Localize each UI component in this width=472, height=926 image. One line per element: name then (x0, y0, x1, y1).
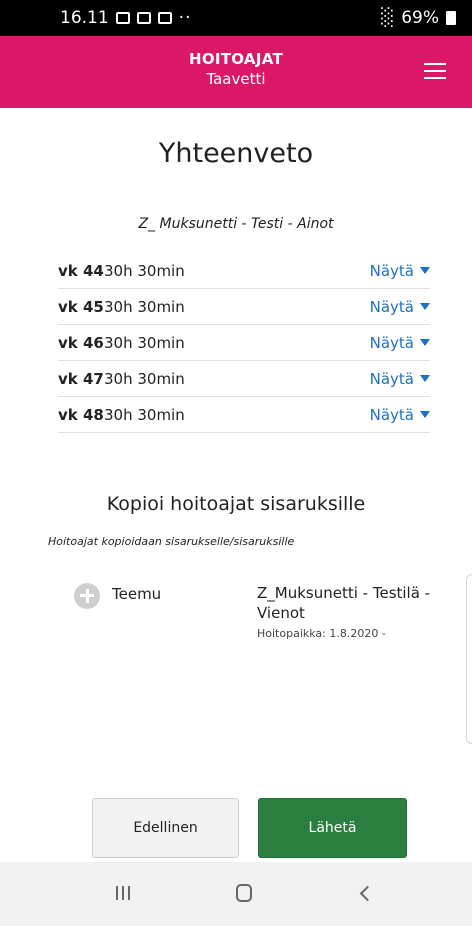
chevron-down-icon (420, 411, 430, 418)
week-hours: 30h 30min (104, 405, 185, 424)
copy-section-title: Kopioi hoitoajat sisaruksille (106, 493, 366, 515)
more-notifications-icon: ·· (178, 8, 192, 28)
week-list: vk 44 30h 30min Näytä vk 45 30h 30min Nä… (58, 253, 430, 433)
week-number: vk 47 (58, 369, 104, 388)
system-navigation-bar (0, 862, 472, 926)
show-week-button[interactable]: Näytä (370, 262, 430, 280)
chevron-down-icon (420, 303, 430, 310)
week-hours: 30h 30min (104, 333, 185, 352)
show-week-button[interactable]: Näytä (370, 406, 430, 424)
show-week-button[interactable]: Näytä (370, 334, 430, 352)
app-subtitle: Taavetti (206, 70, 266, 88)
show-label: Näytä (369, 333, 414, 352)
show-label: Näytä (369, 261, 414, 280)
notification-icon-2 (157, 12, 172, 24)
week-row: vk 48 30h 30min Näytä (58, 397, 430, 433)
show-week-button[interactable]: Näytä (370, 370, 430, 388)
week-row: vk 45 30h 30min Näytä (58, 289, 430, 325)
battery-icon (446, 11, 456, 25)
app-header: HOITOAJAT Taavetti (0, 36, 472, 108)
side-panel-edge (466, 574, 472, 744)
status-bar: 16.11 ·· ░ 69% (0, 0, 472, 36)
show-label: Näytä (369, 369, 414, 388)
battery-level: 69% (401, 8, 439, 28)
plus-circle-icon[interactable] (74, 583, 100, 609)
sibling-item: Teemu Z_Muksunetti - Testilä - Vienot Ho… (72, 579, 472, 659)
week-hours: 30h 30min (104, 297, 185, 316)
status-time: 16.11 (60, 8, 109, 28)
week-number: vk 44 (58, 261, 104, 280)
week-hours: 30h 30min (104, 369, 185, 388)
show-label: Näytä (369, 297, 414, 316)
recent-apps-icon[interactable] (116, 886, 132, 900)
chevron-down-icon (420, 339, 430, 346)
main-content: Yhteenveto Z_ Muksunetti - Testi - Ainot… (24, 108, 472, 780)
week-hours: 30h 30min (104, 261, 185, 280)
chevron-down-icon (420, 375, 430, 382)
notification-icon (115, 12, 130, 24)
chevron-down-icon (420, 267, 430, 274)
copy-section-description: Hoitoajat kopioidaan sisarukselle/sisaru… (48, 535, 295, 548)
week-number: vk 46 (58, 333, 104, 352)
week-row: vk 44 30h 30min Näytä (58, 253, 430, 289)
app-title: HOITOAJAT (188, 50, 284, 68)
previous-button[interactable]: Edellinen (92, 798, 239, 858)
footer-actions: Edellinen Lähetä (0, 780, 472, 862)
show-week-button[interactable]: Näytä (370, 298, 430, 316)
back-icon[interactable] (359, 885, 376, 902)
show-label: Näytä (369, 405, 414, 424)
week-row: vk 47 30h 30min Näytä (58, 361, 430, 397)
sibling-name: Teemu (112, 585, 162, 603)
signal-icon: ░ (381, 8, 395, 28)
send-button[interactable]: Lähetä (258, 798, 407, 858)
gallery-icon (136, 12, 151, 24)
home-icon[interactable] (236, 884, 252, 902)
menu-icon[interactable] (424, 63, 446, 81)
week-number: vk 48 (58, 405, 104, 424)
sibling-daycare: Z_Muksunetti - Testilä - Vienot (257, 584, 431, 622)
week-number: vk 45 (58, 297, 104, 316)
child-name: Z_ Muksunetti - Testi - Ainot (138, 216, 334, 232)
week-row: vk 46 30h 30min Näytä (58, 325, 430, 361)
sibling-care-period: Hoitopaikka: 1.8.2020 - (257, 627, 386, 640)
page-title: Yhteenveto (158, 138, 314, 169)
